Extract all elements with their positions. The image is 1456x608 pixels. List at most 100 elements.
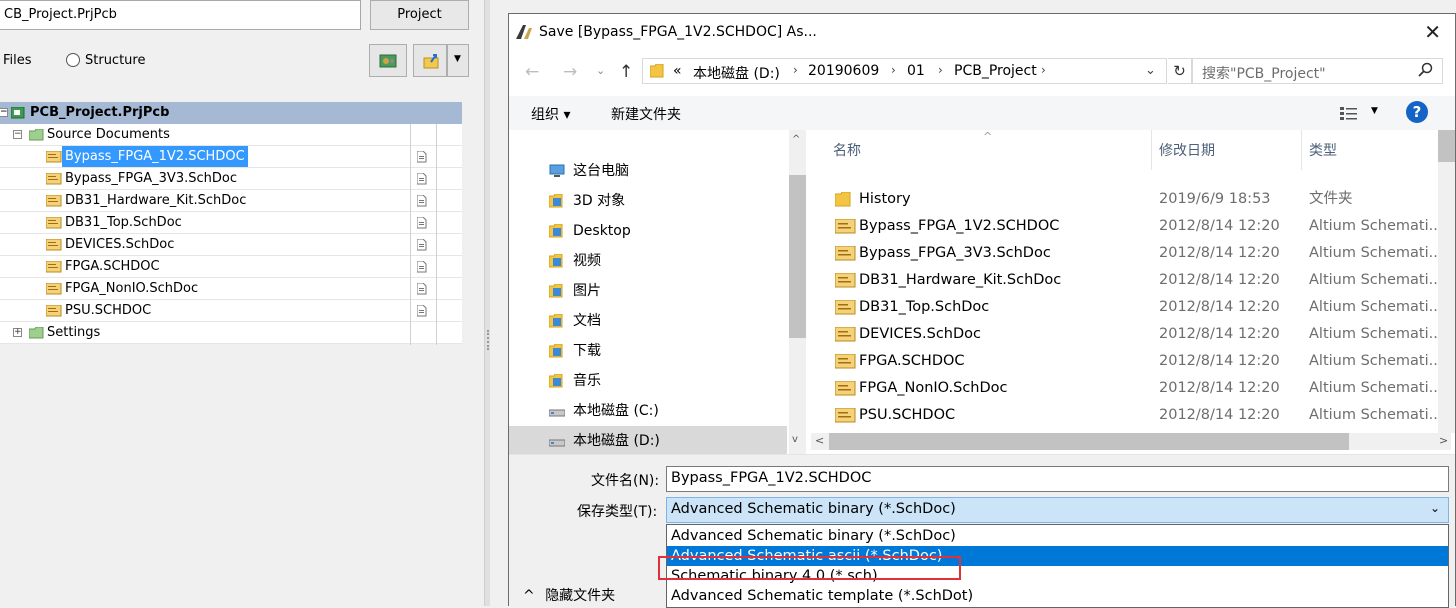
breadcrumb-folder[interactable]: 20190609 bbox=[808, 63, 879, 79]
scroll-right-icon[interactable]: > bbox=[1439, 434, 1448, 447]
breadcrumb-drive[interactable]: 本地磁盘 (D:) bbox=[693, 63, 780, 83]
list-scroll-thumb[interactable] bbox=[829, 433, 1349, 450]
back-arrow-icon[interactable]: ← bbox=[525, 62, 539, 82]
help-icon[interactable]: ? bbox=[1406, 101, 1428, 123]
nav-item[interactable]: 下载 bbox=[509, 336, 787, 366]
filename-input[interactable]: Bypass_FPGA_1V2.SCHDOC bbox=[666, 466, 1449, 492]
recent-dropdown-icon[interactable]: ⌄ bbox=[596, 64, 605, 77]
column-header-name[interactable]: 名称 bbox=[833, 140, 861, 160]
nav-scrollbar[interactable]: ^ v bbox=[789, 130, 806, 454]
nav-item[interactable]: 本地磁盘 (C:) bbox=[509, 396, 787, 426]
file-row[interactable]: History 2019/6/9 18:53 文件夹 bbox=[807, 186, 1447, 213]
up-arrow-icon[interactable]: ↑ bbox=[619, 62, 633, 82]
tree-settings-row[interactable]: + Settings bbox=[0, 322, 462, 344]
nav-item[interactable]: 视频 bbox=[509, 246, 787, 276]
tree-document-row[interactable]: Bypass_FPGA_3V3.SchDoc bbox=[0, 168, 462, 190]
collapse-icon[interactable]: − bbox=[0, 108, 8, 117]
file-date: 2012/8/14 12:20 bbox=[1159, 218, 1280, 234]
command-bar: 组织 ▾ 新建文件夹 ▼ ? bbox=[509, 96, 1455, 130]
dialog-titlebar[interactable]: Save [Bypass_FPGA_1V2.SCHDOC] As... ✕ bbox=[509, 14, 1455, 50]
nav-item[interactable]: 这台电脑 bbox=[509, 156, 787, 186]
expand-icon[interactable]: + bbox=[13, 328, 22, 337]
tree-document-row[interactable]: Bypass_FPGA_1V2.SCHDOC bbox=[0, 146, 462, 168]
breadcrumb-folder[interactable]: 01 bbox=[907, 63, 925, 79]
chevron-right-icon[interactable]: › bbox=[891, 63, 896, 77]
scroll-up-icon[interactable]: ^ bbox=[792, 134, 800, 145]
file-row[interactable]: FPGA.SCHDOC 2012/8/14 12:20 Altium Schemat… bbox=[807, 348, 1447, 375]
scroll-left-icon[interactable]: < bbox=[815, 434, 824, 447]
schematic-doc-icon bbox=[46, 151, 62, 163]
filetype-option[interactable]: Advanced Schematic binary (*.SchDoc) bbox=[667, 526, 1448, 546]
tree-document-row[interactable]: FPGA.SCHDOC bbox=[0, 256, 462, 278]
search-input[interactable]: 搜索"PCB_Project" bbox=[1192, 58, 1443, 84]
structure-radio[interactable] bbox=[66, 53, 80, 67]
file-row[interactable]: DB31_Hardware_Kit.SchDoc 2012/8/14 12:20 A… bbox=[807, 267, 1447, 294]
refresh-icon[interactable]: ↻ bbox=[1168, 58, 1192, 84]
file-row[interactable]: Bypass_FPGA_3V3.SchDoc 2012/8/14 12:20 Alt… bbox=[807, 240, 1447, 267]
compile-button[interactable] bbox=[369, 44, 407, 77]
file-row[interactable]: FPGA_NonIO.SchDoc 2012/8/14 12:20 Altium S… bbox=[807, 375, 1447, 402]
collapse-icon[interactable]: − bbox=[13, 130, 22, 139]
view-dropdown-icon[interactable]: ▼ bbox=[1371, 106, 1378, 116]
chevron-down-icon[interactable]: ⌄ bbox=[1145, 63, 1156, 78]
project-file-field[interactable]: CB_Project.PrjPcb bbox=[0, 0, 361, 30]
chevron-right-icon[interactable]: › bbox=[1041, 63, 1046, 77]
tree-document-row[interactable]: DB31_Hardware_Kit.SchDoc bbox=[0, 190, 462, 212]
schematic-doc-icon bbox=[46, 217, 62, 229]
list-horizontal-scrollbar[interactable]: < > bbox=[811, 433, 1451, 450]
file-name: DB31_Top.SchDoc bbox=[859, 299, 990, 315]
organize-button[interactable]: 组织 ▾ bbox=[531, 104, 570, 124]
nav-item-label: 3D 对象 bbox=[573, 193, 626, 209]
chevron-right-icon[interactable]: › bbox=[793, 63, 798, 77]
filetype-option[interactable]: Advanced Schematic template (*.SchDot) bbox=[667, 586, 1448, 606]
nav-item[interactable]: 本地磁盘 (D:) bbox=[509, 426, 787, 456]
filetype-select[interactable]: Advanced Schematic binary (*.SchDoc) ⌄ bbox=[666, 497, 1449, 523]
filetype-selected-value: Advanced Schematic binary (*.SchDoc) bbox=[671, 501, 956, 517]
tree-source-folder-row[interactable]: − Source Documents bbox=[0, 124, 462, 146]
project-button[interactable]: Project bbox=[370, 0, 469, 30]
file-name: PSU.SCHDOC bbox=[859, 407, 956, 423]
forward-arrow-icon[interactable]: → bbox=[563, 62, 577, 82]
export-button[interactable] bbox=[413, 44, 447, 77]
document-status-icon bbox=[417, 195, 427, 207]
close-icon[interactable]: ✕ bbox=[1424, 20, 1441, 44]
hide-folders-button[interactable]: ^ 隐藏文件夹 bbox=[523, 585, 615, 605]
breadcrumb-overflow[interactable]: « bbox=[673, 63, 682, 79]
file-row[interactable]: Bypass_FPGA_1V2.SCHDOC 2012/8/14 12:20 Alt… bbox=[807, 213, 1447, 240]
chevron-down-icon[interactable]: ⌄ bbox=[1430, 501, 1440, 515]
nav-item-label: Desktop bbox=[573, 223, 631, 239]
scroll-down-icon[interactable]: v bbox=[792, 434, 798, 445]
list-vertical-scrollbar[interactable] bbox=[1438, 130, 1455, 433]
address-bar[interactable]: « 本地磁盘 (D:) › 20190609 › 01 › PCB_Projec… bbox=[642, 58, 1167, 84]
nav-item[interactable]: Desktop bbox=[509, 216, 787, 246]
nav-item[interactable]: 音乐 bbox=[509, 366, 787, 396]
files-view-label[interactable]: Files bbox=[3, 53, 32, 68]
column-header-type[interactable]: 类型 bbox=[1309, 140, 1337, 160]
panel-splitter[interactable] bbox=[484, 0, 490, 606]
tree-document-row[interactable]: PSU.SCHDOC bbox=[0, 300, 462, 322]
navigation-pane: 这台电脑 3D 对象 Desktop 视频 图片 文档下载音乐 本地磁盘 (C:) 本地磁盘 … bbox=[509, 130, 807, 456]
tree-document-row[interactable]: DEVICES.SchDoc bbox=[0, 234, 462, 256]
schematic-file-icon bbox=[835, 219, 856, 234]
nav-item-label: 下载 bbox=[573, 343, 601, 359]
tree-document-label: DEVICES.SchDoc bbox=[65, 237, 175, 252]
nav-item[interactable]: 文档 bbox=[509, 306, 787, 336]
export-dropdown-button[interactable]: ▼ bbox=[447, 44, 469, 77]
nav-item[interactable]: 图片 bbox=[509, 276, 787, 306]
tree-document-row[interactable]: FPGA_NonIO.SchDoc bbox=[0, 278, 462, 300]
nav-item[interactable]: 3D 对象 bbox=[509, 186, 787, 216]
breadcrumb-current[interactable]: PCB_Project bbox=[954, 63, 1037, 79]
file-row[interactable]: DB31_Top.SchDoc 2012/8/14 12:20 Altium Sch… bbox=[807, 294, 1447, 321]
column-header-date[interactable]: 修改日期 bbox=[1159, 140, 1215, 160]
new-folder-button[interactable]: 新建文件夹 bbox=[611, 104, 681, 124]
tree-project-row[interactable]: − PCB_Project.PrjPcb bbox=[0, 102, 462, 124]
file-row[interactable]: PSU.SCHDOC 2012/8/14 12:20 Altium Schemati… bbox=[807, 402, 1447, 429]
chevron-right-icon[interactable]: › bbox=[938, 63, 943, 77]
file-row[interactable]: DEVICES.SchDoc 2012/8/14 12:20 Altium Sche… bbox=[807, 321, 1447, 348]
nav-scroll-thumb[interactable] bbox=[789, 175, 806, 338]
file-date: 2012/8/14 12:20 bbox=[1159, 353, 1280, 369]
tree-document-row[interactable]: DB31_Top.SchDoc bbox=[0, 212, 462, 234]
structure-view-label[interactable]: Structure bbox=[85, 53, 145, 68]
file-date: 2019/6/9 18:53 bbox=[1159, 191, 1271, 207]
view-options-icon[interactable] bbox=[1340, 106, 1358, 120]
